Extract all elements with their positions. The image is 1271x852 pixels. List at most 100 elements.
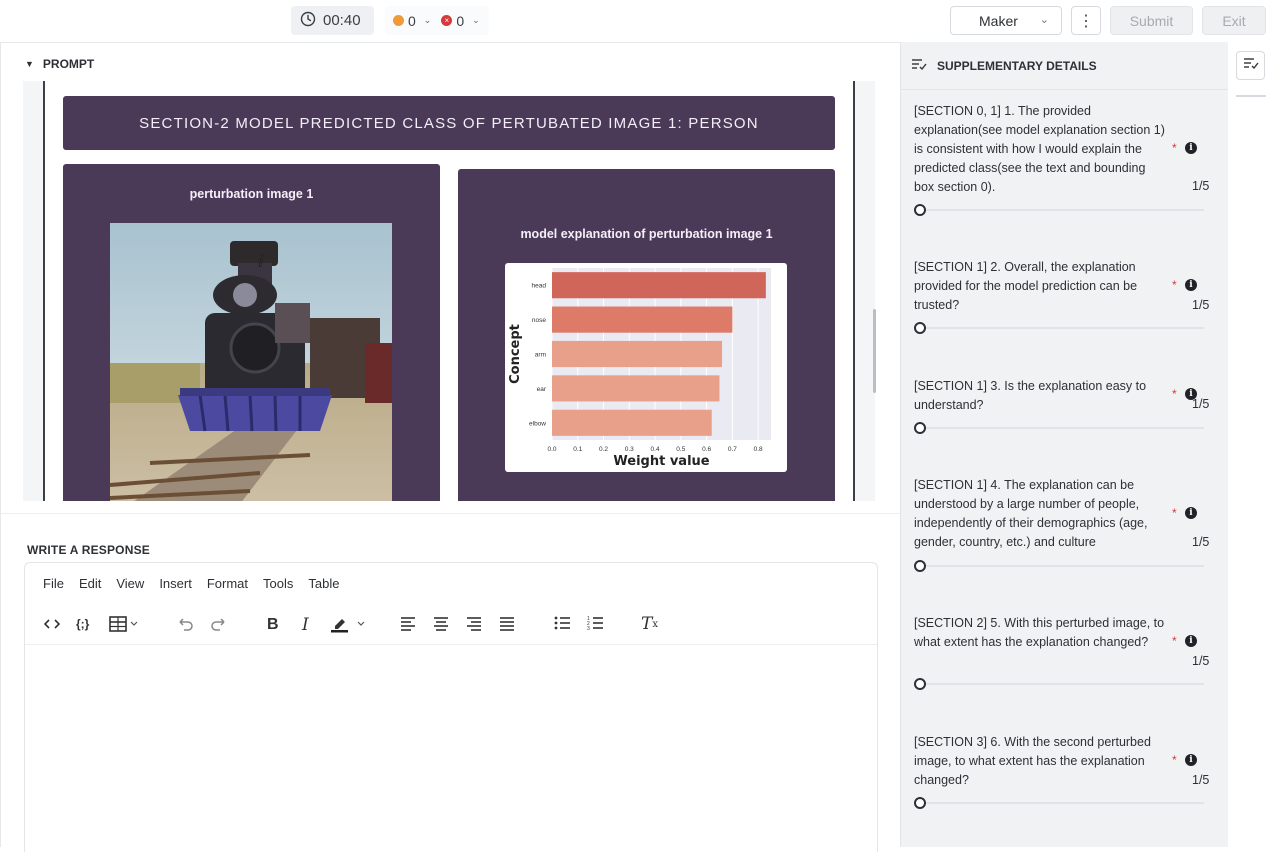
question-score: 1/5	[1192, 298, 1210, 312]
slider-handle[interactable]	[914, 797, 926, 809]
x-tick-label: 0.6	[702, 446, 711, 453]
role-select[interactable]: Maker ⌄	[950, 6, 1062, 35]
rating-slider[interactable]	[914, 204, 1206, 216]
menu-format[interactable]: Format	[207, 576, 248, 591]
question-score: 1/5	[1192, 654, 1210, 668]
exit-button[interactable]: Exit	[1202, 6, 1266, 35]
align-right-icon[interactable]	[466, 615, 482, 631]
question-text: [SECTION 2] 5. With this perturbed image…	[914, 616, 1165, 649]
bar	[552, 272, 766, 299]
question-text: [SECTION 1] 3. Is the explanation easy t…	[914, 379, 1147, 412]
warning-dot-icon	[393, 15, 404, 26]
prompt-scrollbar[interactable]	[873, 309, 876, 393]
menu-insert[interactable]: Insert	[159, 576, 192, 591]
slider-handle[interactable]	[914, 204, 926, 216]
main-panel: ▼ PROMPT SECTION-2 MODEL PREDICTED CLASS…	[0, 42, 900, 852]
rating-slider[interactable]	[914, 560, 1206, 572]
bold-icon[interactable]: B	[267, 616, 279, 634]
code-icon[interactable]	[43, 615, 61, 633]
required-marker: *	[1172, 506, 1177, 520]
menu-tools[interactable]: Tools	[263, 576, 293, 591]
question-item: [SECTION 1] 3. Is the explanation easy t…	[914, 377, 1214, 434]
prompt-content[interactable]: SECTION-2 MODEL PREDICTED CLASS OF PERTU…	[23, 81, 875, 501]
question-text: [SECTION 0, 1] 1. The provided explanati…	[914, 104, 1165, 194]
menu-view[interactable]: View	[116, 576, 144, 591]
info-icon[interactable]: i	[1185, 754, 1197, 766]
info-icon[interactable]: i	[1185, 635, 1197, 647]
editor-menubar: File Edit View Insert Format Tools Table	[43, 576, 339, 591]
redo-icon[interactable]	[210, 615, 228, 633]
error-dot-icon: ×	[441, 15, 453, 26]
align-center-icon[interactable]	[433, 615, 449, 631]
rating-slider[interactable]	[914, 322, 1206, 334]
bar-chart: head nose arm ear elbow 0.0 0.1 0.2 0.3 0.4 0.5 0.6…	[508, 268, 771, 469]
y-tick-label: ear	[537, 386, 547, 393]
question-item: [SECTION 1] 4. The explanation can be un…	[914, 476, 1214, 572]
slider-handle[interactable]	[914, 422, 926, 434]
table-icon[interactable]	[109, 615, 139, 633]
rating-slider[interactable]	[914, 422, 1206, 434]
question-text: [SECTION 1] 2. Overall, the explanation …	[914, 260, 1138, 312]
role-select-value: Maker	[979, 12, 1018, 29]
rating-slider[interactable]	[914, 797, 1206, 809]
numbered-list-icon[interactable]: 123	[587, 615, 604, 631]
slider-handle[interactable]	[914, 560, 926, 572]
menu-table[interactable]: Table	[308, 576, 339, 591]
warning-count: 0	[408, 12, 416, 29]
prompt-toggle[interactable]: ▼ PROMPT	[25, 57, 94, 71]
y-tick-label: nose	[532, 317, 546, 324]
y-tick-label: elbow	[529, 420, 546, 427]
required-marker: *	[1172, 278, 1177, 292]
question-text: [SECTION 3] 6. With the second perturbed…	[914, 735, 1151, 787]
perturbation-image-caption: perturbation image 1	[189, 187, 314, 201]
checklist-icon	[1243, 55, 1259, 76]
rating-slider[interactable]	[914, 678, 1206, 690]
info-icon[interactable]: i	[1185, 507, 1197, 519]
undo-icon[interactable]	[176, 615, 194, 633]
align-justify-icon[interactable]	[499, 615, 515, 631]
perturbation-image-card: perturbation image 1	[63, 164, 440, 501]
slider-handle[interactable]	[914, 322, 926, 334]
info-icon[interactable]: i	[1185, 142, 1197, 154]
bullet-list-icon[interactable]	[554, 615, 571, 631]
y-tick-label: head	[532, 283, 547, 290]
question-item: [SECTION 0, 1] 1. The provided explanati…	[914, 102, 1214, 216]
rich-text-editor[interactable]: File Edit View Insert Format Tools Table…	[24, 562, 878, 852]
clear-format-icon[interactable]: Tx	[641, 614, 658, 634]
question-item: [SECTION 1] 2. Overall, the explanation …	[914, 258, 1214, 334]
supplementary-header: SUPPLEMENTARY DETAILS	[901, 42, 1229, 90]
train-photo	[110, 223, 392, 501]
code-braces-icon[interactable]: {;}	[76, 617, 89, 631]
chevron-down-icon[interactable]: ⌄	[424, 15, 432, 26]
question-score: 1/5	[1192, 535, 1210, 549]
kebab-icon: ⋮	[1078, 12, 1094, 30]
text-cursor-icon: ⅈ	[258, 254, 264, 271]
y-axis-label: Concept	[508, 324, 523, 384]
prompt-document: SECTION-2 MODEL PREDICTED CLASS OF PERTU…	[43, 81, 855, 501]
more-options-button[interactable]: ⋮	[1071, 6, 1101, 35]
response-label: WRITE A RESPONSE	[27, 543, 150, 557]
slider-handle[interactable]	[914, 678, 926, 690]
highlight-icon[interactable]	[330, 615, 368, 633]
menu-edit[interactable]: Edit	[79, 576, 101, 591]
bar	[552, 306, 733, 333]
supplementary-toggle-button[interactable]	[1236, 51, 1265, 80]
italic-icon[interactable]: I	[302, 615, 309, 635]
question-text: [SECTION 1] 4. The explanation can be un…	[914, 478, 1148, 549]
x-tick-label: 0.2	[599, 446, 608, 453]
info-icon[interactable]: i	[1185, 279, 1197, 291]
align-left-icon[interactable]	[400, 615, 416, 631]
divider	[1, 513, 900, 514]
top-bar: 00:40 0 ⌄ × 0 ⌄ Maker ⌄ ⋮ Submit Exit	[0, 0, 1271, 42]
question-score: 1/5	[1192, 179, 1210, 193]
error-count: 0	[456, 12, 465, 29]
menu-file[interactable]: File	[43, 576, 64, 591]
concept-weight-chart: head nose arm ear elbow 0.0 0.1 0.2 0.3 0.4 0.5 0.6…	[505, 263, 787, 472]
submit-button[interactable]: Submit	[1110, 6, 1193, 35]
bar	[552, 375, 720, 402]
chevron-down-icon[interactable]: ⌄	[472, 15, 480, 26]
x-tick-label: 0.7	[728, 446, 737, 453]
question-item: [SECTION 3] 6. With the second perturbed…	[914, 733, 1214, 809]
active-indicator	[1236, 95, 1266, 97]
checklist-icon	[911, 56, 927, 75]
